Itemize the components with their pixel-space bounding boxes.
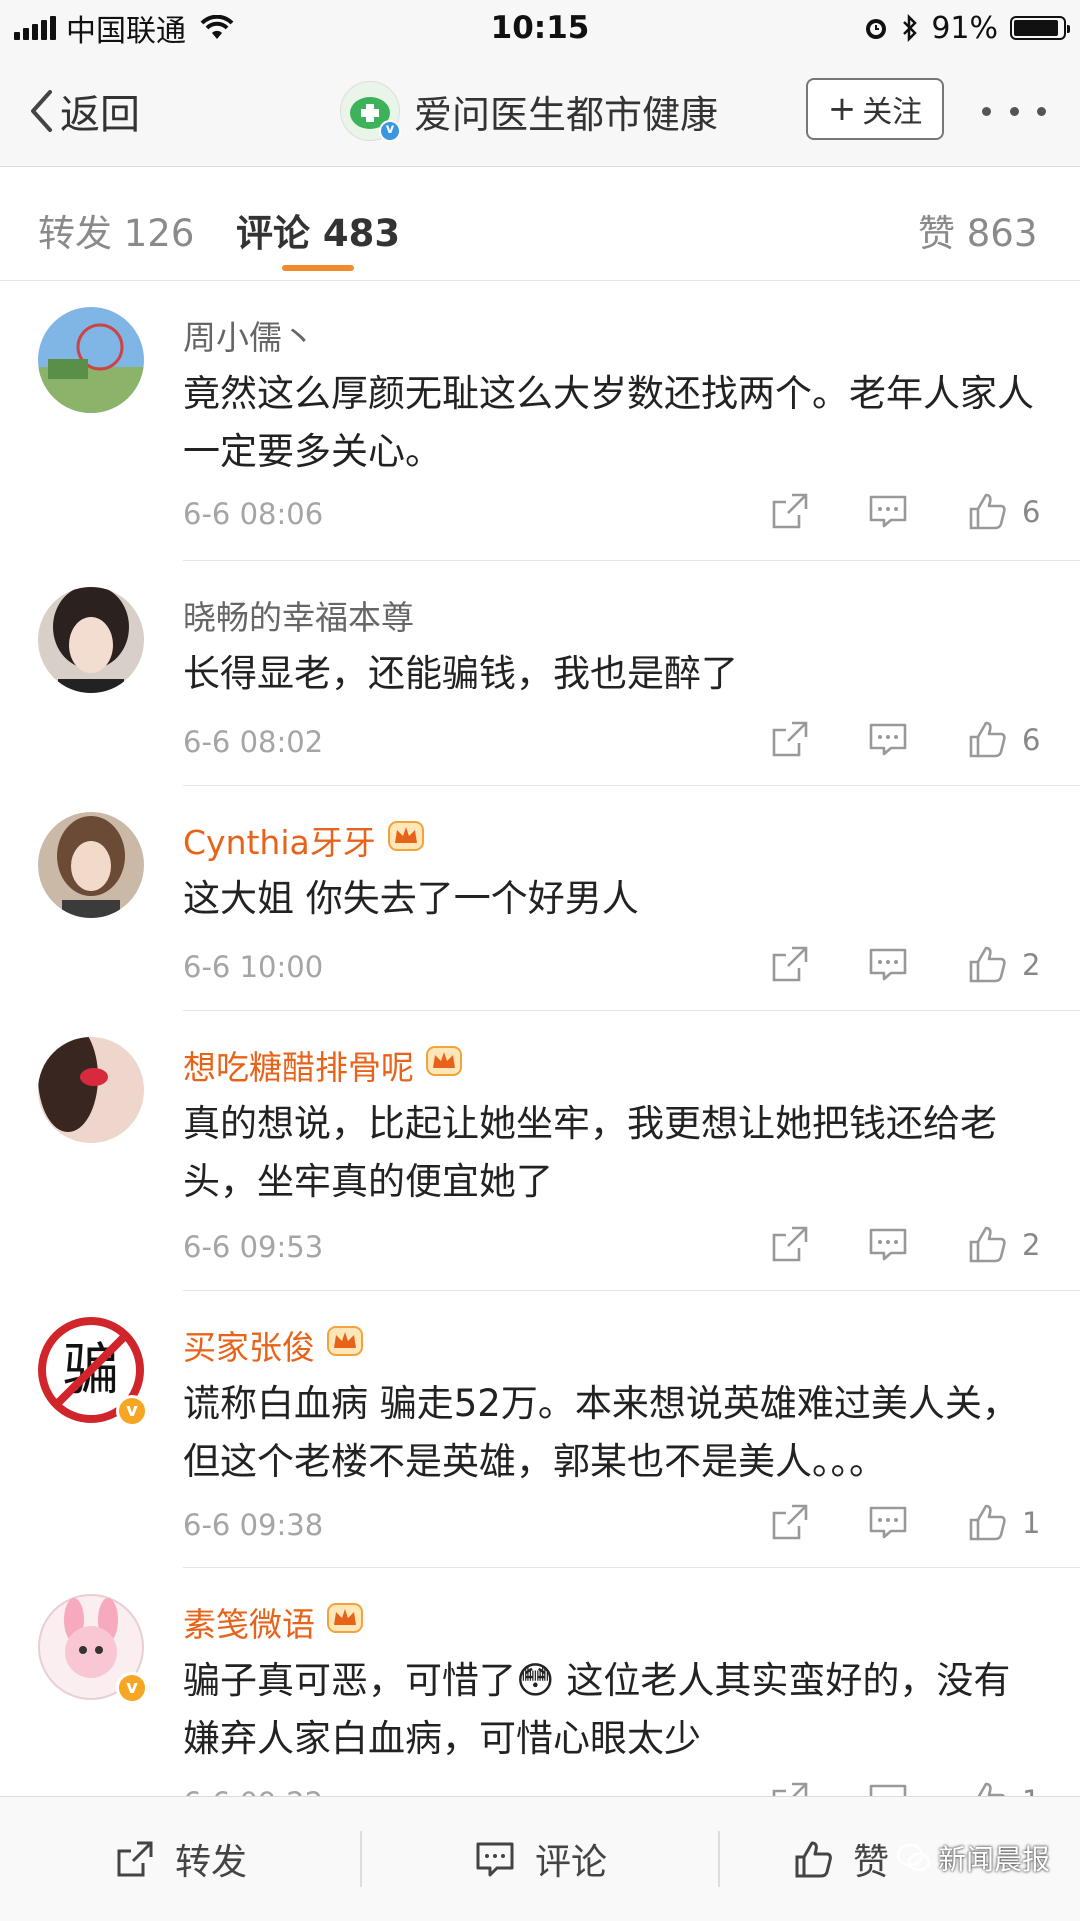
comment-like-icon[interactable] xyxy=(966,1222,1010,1266)
comment-repost-icon[interactable] xyxy=(768,1500,812,1544)
avatar[interactable]: v xyxy=(38,1594,148,1704)
repost-label: 转发 xyxy=(174,1842,247,1883)
plus-icon: + xyxy=(827,89,857,129)
thumbs-up-icon xyxy=(795,1841,832,1878)
comment-like-icon[interactable] xyxy=(966,717,1010,761)
avatar[interactable] xyxy=(38,587,144,693)
comment-reply-icon[interactable] xyxy=(866,489,910,533)
verified-badge-icon: v xyxy=(379,120,401,142)
comment-text: 谎称白血病 骗走52万。本来想说英雄难过美人关，但这个老楼不是英雄，郭某也不是美… xyxy=(183,1382,1019,1483)
comment-repost-icon[interactable] xyxy=(768,942,812,986)
comment-repost-icon[interactable] xyxy=(768,1222,812,1266)
comment-item: 周小儒丶 竟然这么厚颜无耻这么大岁数还找两个。老年人家人一定要多关心。 6-6 … xyxy=(0,281,1080,561)
comment-repost-icon[interactable] xyxy=(768,717,812,761)
comment-time: 6-6 10:00 xyxy=(183,950,324,984)
like-count: 6 xyxy=(1022,723,1041,757)
chevron-left-icon xyxy=(31,90,52,132)
comment-time: 6-6 08:06 xyxy=(183,497,324,531)
status-right: 91% xyxy=(863,8,1070,48)
comment-time: 6-6 09:38 xyxy=(183,1508,324,1542)
comment-text: 这大姐 你失去了一个好男人 xyxy=(183,877,639,920)
active-tab-indicator xyxy=(282,265,354,271)
like-count: 6 xyxy=(1022,495,1041,529)
tab-comments[interactable]: 评论 483 xyxy=(236,203,400,257)
vip-crown-icon xyxy=(386,819,426,861)
comment-repost-icon[interactable] xyxy=(768,489,812,533)
commenter-name[interactable]: 周小儒丶 xyxy=(183,311,315,359)
dot-icon xyxy=(982,106,991,116)
comment-text: 真的想说，比起让她坐牢，我更想让她把钱还给老头，坐牢真的便宜她了 xyxy=(183,1102,997,1203)
comment-item: 骗 v 买家张俊 谎称白血病 骗走52万。本来想说英雄难过美人关，但这个老楼不是… xyxy=(0,1291,1080,1568)
commenter-name[interactable]: 想吃糖醋排骨呢 xyxy=(183,1041,464,1089)
comment-text: 骗子真可恶，可惜了😳 这位老人其实蛮好的，没有嫌弃人家白血病，可惜心眼太少 xyxy=(183,1659,1011,1760)
comment-reply-icon[interactable] xyxy=(866,717,910,761)
comment-text: 竟然这么厚颜无耻这么大岁数还找两个。老年人家人一定要多关心。 xyxy=(183,372,1034,473)
back-label: 返回 xyxy=(60,92,140,138)
tab-reposts[interactable]: 转发 126 xyxy=(38,203,194,257)
dot-icon xyxy=(1009,106,1019,116)
avatar[interactable] xyxy=(38,812,144,918)
follow-button[interactable]: + 关注 xyxy=(806,78,944,140)
back-button[interactable]: 返回 xyxy=(28,78,140,144)
account-header[interactable]: v 爱问医生都市健康 xyxy=(340,80,718,142)
bluetooth-icon xyxy=(903,14,918,42)
comment-reply-icon[interactable] xyxy=(866,1222,910,1266)
battery-icon xyxy=(1010,16,1070,40)
comment-item: 想吃糖醋排骨呢 真的想说，比起让她坐牢，我更想让她把钱还给老头，坐牢真的便宜她了… xyxy=(0,1011,1080,1291)
comment-label: 评论 xyxy=(534,1842,607,1883)
comment-item: 晓畅的幸福本尊 长得显老，还能骗钱，我也是醉了 6-6 08:02 6 xyxy=(0,561,1080,786)
comment-like-icon[interactable] xyxy=(966,1500,1010,1544)
commenter-name[interactable]: 素笺微语 xyxy=(183,1598,365,1646)
like-label: 赞 xyxy=(852,1842,889,1883)
navigation-bar: 返回 v 爱问医生都市健康 + 关注 xyxy=(0,56,1080,167)
verified-badge-icon: v xyxy=(116,1672,148,1704)
comment-icon xyxy=(476,1842,514,1877)
page-title: 爱问医生都市健康 xyxy=(414,92,719,137)
commenter-name[interactable]: 晓畅的幸福本尊 xyxy=(183,591,414,639)
vip-crown-icon xyxy=(325,1324,365,1366)
commenter-name[interactable]: 买家张俊 xyxy=(183,1321,365,1369)
vip-crown-icon xyxy=(325,1601,365,1643)
dot-icon xyxy=(1037,106,1046,116)
comment-like-icon[interactable] xyxy=(966,942,1010,986)
alarm-icon xyxy=(866,19,887,39)
tab-likes[interactable]: 赞 863 xyxy=(918,203,1037,257)
comment-time: 6-6 09:53 xyxy=(183,1230,324,1264)
repost-button[interactable]: 转发 xyxy=(0,1797,360,1921)
watermark: 新闻晨报 xyxy=(896,1838,1050,1878)
verified-badge-icon: v xyxy=(116,1395,148,1427)
follow-label: 关注 xyxy=(862,95,923,130)
comment-like-icon[interactable] xyxy=(966,489,1010,533)
account-avatar[interactable]: v xyxy=(340,81,401,142)
comment-time: 6-6 08:02 xyxy=(183,725,324,759)
comment-button[interactable]: 评论 xyxy=(362,1797,718,1921)
avatar[interactable] xyxy=(38,1037,144,1143)
comment-text: 长得显老，还能骗钱，我也是醉了 xyxy=(183,652,738,695)
comment-reply-icon[interactable] xyxy=(866,1500,910,1544)
battery-percent: 91% xyxy=(931,10,998,46)
wechat-icon xyxy=(896,1843,931,1872)
tab-bar: 转发 126 评论 483 赞 863 xyxy=(0,167,1080,281)
avatar[interactable] xyxy=(38,307,144,413)
comment-reply-icon[interactable] xyxy=(866,942,910,986)
comment-item: Cynthia牙牙 这大姐 你失去了一个好男人 6-6 10:00 2 xyxy=(0,786,1080,1011)
vip-crown-icon xyxy=(424,1044,464,1086)
more-options-button[interactable] xyxy=(982,96,1046,126)
avatar[interactable]: 骗 v xyxy=(38,1317,148,1427)
status-bar: 中国联通 10:15 91% xyxy=(0,0,1080,56)
like-count: 2 xyxy=(1022,948,1041,982)
commenter-name[interactable]: Cynthia牙牙 xyxy=(183,816,426,864)
share-icon xyxy=(117,1841,153,1877)
like-count: 1 xyxy=(1022,1506,1041,1540)
like-count: 2 xyxy=(1022,1228,1041,1262)
